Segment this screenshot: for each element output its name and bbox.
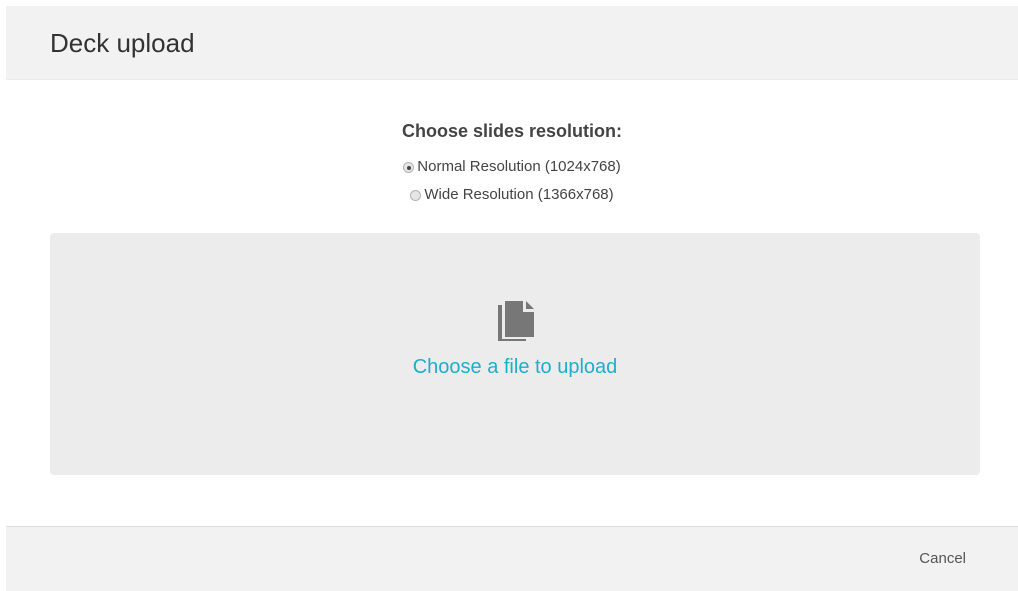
dialog-header: Deck upload	[6, 6, 1018, 80]
radio-button-unchecked[interactable]	[410, 190, 422, 201]
radio-button-checked[interactable]	[403, 162, 415, 173]
cancel-button[interactable]: Cancel	[919, 549, 966, 569]
deck-upload-dialog: Deck upload Choose slides resolution: No…	[6, 6, 1018, 591]
resolution-heading: Choose slides resolution:	[401, 121, 623, 141]
file-dropzone[interactable]: Choose a file to upload	[50, 233, 980, 475]
file-icon	[498, 301, 534, 341]
dialog-title: Deck upload	[50, 28, 195, 58]
radio-normal-resolution[interactable]: Normal Resolution (1024x768)	[6, 157, 1018, 177]
radio-label-normal: Normal Resolution (1024x768)	[417, 158, 621, 175]
dialog-footer: Cancel	[6, 526, 1018, 591]
choose-file-link[interactable]: Choose a file to upload	[50, 353, 980, 381]
radio-wide-resolution[interactable]: Wide Resolution (1366x768)	[6, 185, 1018, 205]
radio-label-wide: Wide Resolution (1366x768)	[424, 186, 614, 203]
